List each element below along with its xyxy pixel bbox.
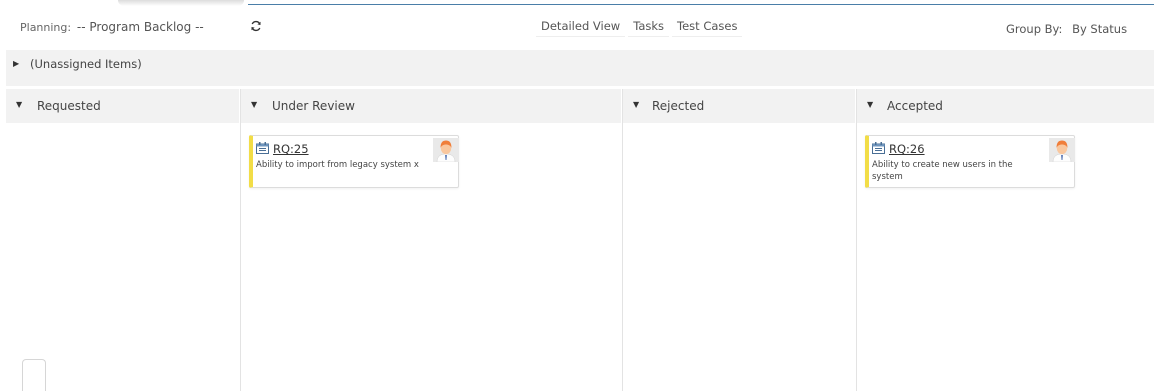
- column-body: [623, 123, 855, 391]
- caret-down-icon[interactable]: ▼: [16, 100, 22, 109]
- card-description-line: Ability to create new users in the: [872, 160, 1013, 170]
- requirement-card[interactable]: RQ:26 Ability to create new users in the…: [865, 135, 1075, 188]
- requirement-icon: [256, 139, 269, 154]
- column-title: Rejected: [652, 99, 705, 113]
- column-title: Accepted: [887, 99, 943, 113]
- group-by-value[interactable]: By Status: [1072, 22, 1127, 36]
- column-header-under-review[interactable]: ▼ Under Review: [241, 89, 621, 123]
- kanban-board: Planning: -- Program Backlog -- Detailed…: [0, 0, 1154, 391]
- caret-down-icon[interactable]: ▼: [633, 100, 639, 109]
- group-by-label: Group By:: [1006, 22, 1063, 36]
- avatar[interactable]: [433, 138, 459, 163]
- column-rejected: ▼ Rejected: [623, 89, 855, 391]
- column-body: RQ:25 Ability to import from legacy syst…: [241, 123, 621, 391]
- planning-value[interactable]: -- Program Backlog --: [77, 20, 204, 34]
- unassigned-items-row[interactable]: ▶ (Unassigned Items): [6, 50, 1154, 86]
- column-header-accepted[interactable]: ▼ Accepted: [857, 89, 1154, 123]
- detailed-view-button[interactable]: Detailed View: [536, 16, 626, 37]
- column-requested: ▼ Requested: [6, 89, 239, 391]
- card-id-link[interactable]: RQ:26: [889, 142, 925, 156]
- card-description-line: system: [872, 172, 903, 182]
- refresh-icon[interactable]: [249, 20, 263, 34]
- caret-down-icon[interactable]: ▼: [251, 100, 257, 109]
- planning-selector[interactable]: Planning: -- Program Backlog --: [20, 20, 204, 34]
- column-under-review: ▼ Under Review RQ:25 Ability to import f…: [241, 89, 621, 391]
- caret-down-icon[interactable]: ▼: [867, 100, 873, 109]
- caret-right-icon[interactable]: ▶: [13, 59, 19, 68]
- column-accepted: ▼ Accepted RQ:26 Ability to create new u…: [857, 89, 1154, 391]
- column-title: Requested: [37, 99, 101, 113]
- unassigned-label: (Unassigned Items): [30, 57, 142, 71]
- card-id-link[interactable]: RQ:25: [273, 142, 309, 156]
- scroll-handle[interactable]: [22, 359, 46, 391]
- card-description: Ability to create new users in the syste…: [872, 159, 1013, 183]
- requirement-card[interactable]: RQ:25 Ability to import from legacy syst…: [249, 135, 459, 188]
- top-border: [248, 4, 1154, 5]
- card-description: Ability to import from legacy system x: [256, 160, 419, 170]
- view-buttons: Detailed View Tasks Test Cases: [536, 16, 743, 37]
- tab-shadow: [118, 0, 244, 6]
- tasks-button[interactable]: Tasks: [628, 16, 670, 37]
- column-header-requested[interactable]: ▼ Requested: [6, 89, 239, 123]
- avatar[interactable]: [1049, 138, 1075, 163]
- column-title: Under Review: [272, 99, 355, 113]
- planning-label: Planning:: [20, 21, 72, 34]
- toolbar: Planning: -- Program Backlog -- Detailed…: [0, 10, 1154, 48]
- test-cases-button[interactable]: Test Cases: [672, 16, 743, 37]
- column-body: [6, 123, 239, 391]
- column-header-rejected[interactable]: ▼ Rejected: [623, 89, 855, 123]
- requirement-icon: [872, 139, 885, 154]
- group-by-selector[interactable]: Group By: By Status: [1006, 22, 1127, 36]
- column-body: RQ:26 Ability to create new users in the…: [857, 123, 1154, 391]
